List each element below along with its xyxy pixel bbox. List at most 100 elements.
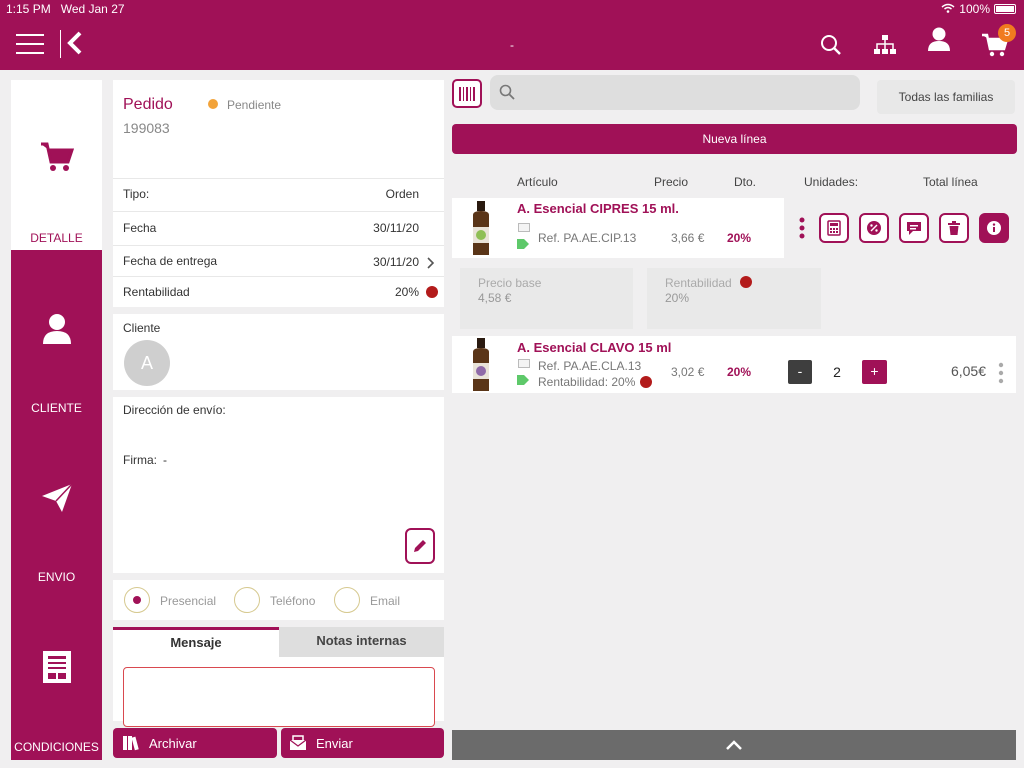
search-button[interactable] — [816, 30, 846, 60]
product-search[interactable] — [490, 75, 860, 110]
nav-item-detalle[interactable]: DETALLE — [11, 80, 102, 250]
base-price-box: Precio base 4,58 € — [460, 268, 633, 329]
field-label: Tipo: — [123, 187, 150, 201]
document-icon — [11, 650, 102, 684]
status-dot — [208, 99, 218, 109]
radio-label: Presencial — [160, 594, 217, 608]
radio-presencial[interactable] — [124, 587, 150, 613]
client-card: Cliente A — [113, 314, 444, 390]
nav-item-condiciones[interactable]: CONDICIONES — [11, 590, 102, 760]
product-image — [473, 201, 489, 255]
cart-icon — [11, 142, 102, 172]
order-title: Pedido — [123, 96, 173, 113]
chevron-right-icon — [427, 257, 435, 269]
line-item[interactable]: A. Esencial CLAVO 15 ml Ref. PA.AE.CLA.1… — [452, 336, 1016, 393]
column-header: Dto. — [734, 175, 757, 189]
user-icon — [11, 312, 102, 344]
delete-button[interactable] — [939, 213, 969, 243]
line-item[interactable]: A. Esencial CIPRES 15 ml. Ref. PA.AE.CIP… — [452, 198, 784, 258]
send-button[interactable]: Enviar — [281, 728, 444, 758]
profit-indicator — [640, 376, 652, 388]
product-image — [473, 338, 489, 391]
tag-icon — [517, 375, 529, 385]
comment-icon — [907, 222, 921, 235]
calculator-icon — [827, 220, 841, 236]
column-header: Unidades: — [804, 175, 859, 189]
comment-button[interactable] — [899, 213, 929, 243]
vertical-dots-icon[interactable] — [998, 362, 1004, 384]
archive-label: Archivar — [149, 735, 197, 751]
percent-badge-icon — [867, 221, 881, 235]
nav-item-envio[interactable]: ENVIO — [11, 420, 102, 590]
order-card: Pedido Pendiente 199083 Tipo: Orden Fech… — [113, 80, 444, 307]
families-filter[interactable]: Todas las familias — [877, 80, 1015, 114]
tag-icon — [517, 239, 529, 249]
profit-box: Rentabilidad 20% — [647, 268, 821, 329]
order-number: 199083 — [123, 120, 170, 136]
line-total: 6,05€ — [950, 363, 986, 379]
profit-indicator — [426, 286, 438, 298]
decrease-qty-button[interactable]: - — [788, 360, 812, 384]
line-name: A. Esencial CIPRES 15 ml. — [517, 201, 679, 216]
books-icon — [123, 736, 139, 751]
field-label: Fecha — [123, 221, 157, 235]
status-indicators: 100% — [941, 2, 1016, 16]
info-button[interactable] — [979, 213, 1009, 243]
menu-icon — [16, 34, 44, 36]
tab-mensaje[interactable]: Mensaje — [113, 627, 279, 657]
client-label: Cliente — [123, 321, 161, 335]
nav-item-cliente[interactable]: CLIENTE — [11, 250, 102, 420]
pencil-icon — [414, 540, 426, 552]
search-icon — [821, 35, 841, 55]
delivery-date-row[interactable]: Fecha de entrega 30/11/20 — [113, 246, 444, 276]
user-button[interactable] — [924, 24, 954, 54]
message-panel — [113, 657, 444, 727]
field-value: 30/11/20 — [373, 221, 419, 235]
cart-button[interactable]: 5 — [980, 24, 1016, 60]
radio-label: Teléfono — [270, 594, 316, 608]
trash-icon — [948, 221, 960, 235]
status-time: 1:15 PM Wed Jan 27 — [6, 2, 125, 16]
radio-telefono[interactable] — [234, 587, 260, 613]
archive-button[interactable]: Archivar — [113, 728, 277, 758]
side-navigation: DETALLE CLIENTE ENVIO CONDICIONES — [11, 80, 102, 760]
line-name: A. Esencial CLAVO 15 ml — [517, 340, 672, 355]
nav-label: CONDICIONES — [14, 740, 99, 754]
expand-summary-button[interactable] — [452, 730, 1016, 760]
send-icon — [11, 482, 102, 514]
qty-value[interactable]: 2 — [824, 364, 850, 380]
column-header: Artículo — [517, 175, 558, 189]
increase-qty-button[interactable]: + — [862, 360, 887, 384]
comment-icon — [518, 223, 530, 232]
column-header: Precio — [654, 175, 689, 189]
contact-mode-group: Presencial Teléfono Email — [113, 580, 444, 620]
field-value: 30/11/20 — [373, 255, 419, 269]
comment-icon — [518, 359, 530, 368]
profit-indicator — [740, 276, 752, 288]
line-discount: 20% — [727, 231, 752, 245]
info-icon — [987, 221, 1001, 235]
chevron-up-icon — [726, 740, 742, 750]
new-line-button[interactable]: Nueva línea — [452, 124, 1017, 154]
message-input[interactable] — [123, 667, 435, 727]
profit-label: Rentabilidad — [665, 276, 732, 290]
field-label: Rentabilidad — [123, 285, 190, 299]
envelope-icon — [289, 735, 307, 750]
more-options-button[interactable] — [798, 216, 806, 242]
battery-percent: 100% — [959, 2, 990, 16]
line-discount: 20% — [727, 365, 752, 379]
order-status: Pendiente — [227, 98, 282, 112]
avatar[interactable]: A — [124, 340, 170, 386]
profit-value: 20% — [665, 291, 690, 305]
tab-notas-internas[interactable]: Notas internas — [279, 627, 444, 657]
radio-email[interactable] — [334, 587, 360, 613]
barcode-scan-button[interactable] — [452, 79, 482, 108]
calculator-button[interactable] — [819, 213, 849, 243]
field-label: Fecha de entrega — [123, 254, 218, 268]
line-price: 3,66 € — [671, 231, 705, 245]
column-header: Total línea — [923, 175, 978, 189]
discount-button[interactable] — [859, 213, 889, 243]
shipping-card: Dirección de envío: Firma: - — [113, 397, 444, 573]
edit-signature-button[interactable] — [405, 528, 435, 564]
hierarchy-button[interactable] — [870, 30, 900, 60]
